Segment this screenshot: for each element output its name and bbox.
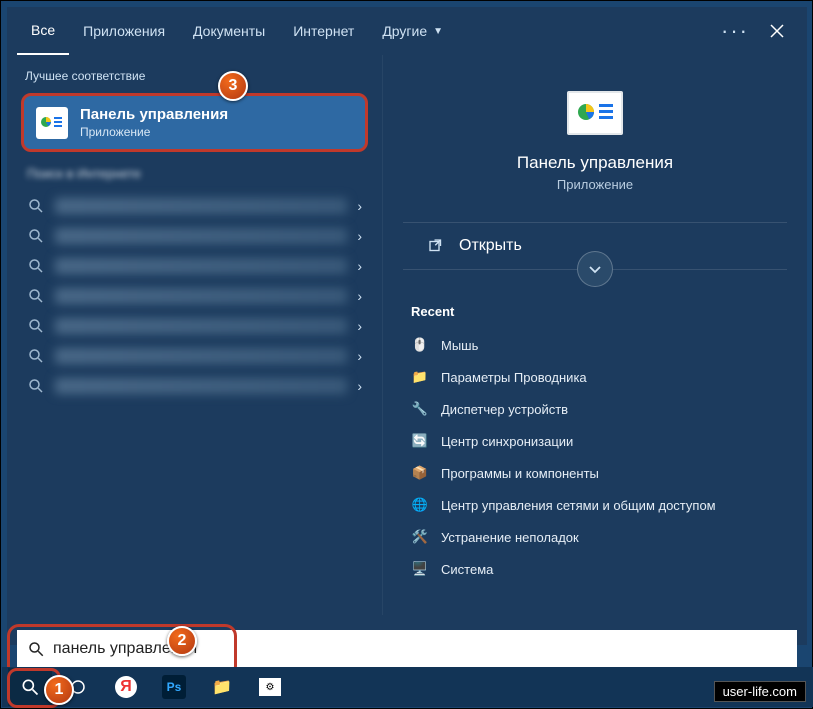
suggestion-item[interactable]: › [15,251,374,281]
system-icon: 🖥️ [411,560,429,578]
recent-item[interactable]: 🖥️Система [407,553,783,585]
details-subtitle: Приложение [557,177,633,192]
taskbar-app-control-panel[interactable]: ⚙ [248,668,292,706]
taskbar: Я Ps 📁 ⚙ [2,667,813,707]
tab-other[interactable]: Другие▼ [368,7,457,55]
search-bar[interactable] [17,630,797,668]
control-panel-icon [36,107,68,139]
best-match-item[interactable]: Панель управления Приложение [21,93,368,152]
troubleshoot-icon: 🛠️ [411,528,429,546]
close-button[interactable] [757,11,797,51]
recent-section: Recent 🖱️Мышь 📁Параметры Проводника 🔧Дис… [383,270,807,585]
suggestion-item[interactable]: › [15,371,374,401]
suggestion-item[interactable]: › [15,341,374,371]
tab-all[interactable]: Все [17,7,69,55]
search-panel: Все Приложения Документы Интернет Другие… [7,7,807,645]
annotation-badge-3: 3 [218,71,248,101]
folder-icon: 📁 [212,677,232,697]
programs-icon: 📦 [411,464,429,482]
more-button[interactable]: ··· [713,18,757,44]
suggestion-item[interactable]: › [15,311,374,341]
recent-item[interactable]: 📁Параметры Проводника [407,361,783,393]
tab-internet[interactable]: Интернет [279,7,368,55]
details-column: Панель управления Приложение Открыть Rec… [382,55,807,615]
recent-item[interactable]: 🌐Центр управления сетями и общим доступо… [407,489,783,521]
open-button[interactable]: Открыть [403,222,787,270]
taskbar-app-yandex[interactable]: Я [104,668,148,706]
recent-item[interactable]: 🛠️Устранение неполадок [407,521,783,553]
device-manager-icon: 🔧 [411,400,429,418]
tabs-bar: Все Приложения Документы Интернет Другие… [7,7,807,55]
best-match-header: Лучшее соответствие [15,63,374,89]
taskbar-app-explorer[interactable]: 📁 [200,668,244,706]
best-match-subtitle: Приложение [80,125,228,139]
results-column: Лучшее соответствие Панель управления Пр… [7,55,382,615]
suggestion-item[interactable]: › [15,191,374,221]
chevron-right-icon: › [357,198,362,214]
watermark: user-life.com [714,681,806,702]
best-match-title: Панель управления [80,106,228,123]
network-icon: 🌐 [411,496,429,514]
recent-item[interactable]: 🖱️Мышь [407,329,783,361]
open-icon [427,237,445,255]
window-frame: Все Приложения Документы Интернет Другие… [1,1,812,708]
sync-center-icon: 🔄 [411,432,429,450]
recent-item[interactable]: 🔄Центр синхронизации [407,425,783,457]
search-input[interactable] [53,640,787,658]
suggestion-item[interactable]: › [15,281,374,311]
annotation-badge-2: 2 [167,626,197,656]
recent-item[interactable]: 🔧Диспетчер устройств [407,393,783,425]
annotation-badge-1: 1 [44,675,74,705]
tab-documents[interactable]: Документы [179,7,279,55]
hero: Панель управления Приложение [383,71,807,208]
tab-apps[interactable]: Приложения [69,7,179,55]
suggestion-item[interactable]: › [15,221,374,251]
details-title: Панель управления [517,153,673,173]
mouse-icon: 🖱️ [411,336,429,354]
taskbar-app-photoshop[interactable]: Ps [152,668,196,706]
search-icon [27,640,45,658]
panel-body: Лучшее соответствие Панель управления Пр… [7,55,807,615]
recent-header: Recent [407,298,783,329]
chevron-down-icon: ▼ [433,26,443,37]
folder-options-icon: 📁 [411,368,429,386]
recent-item[interactable]: 📦Программы и компоненты [407,457,783,489]
control-panel-icon [567,91,623,135]
expand-button[interactable] [577,251,613,287]
internet-search-header: Поиск в Интернете [15,156,374,191]
